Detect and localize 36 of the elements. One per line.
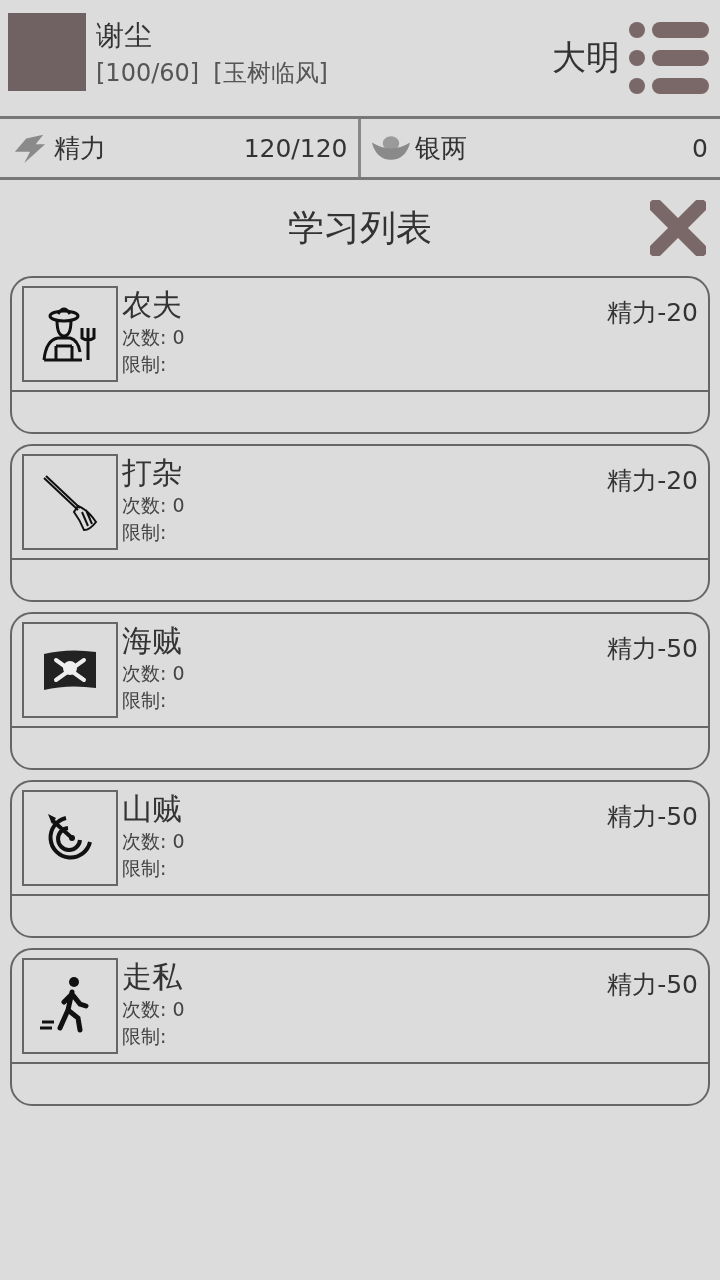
job-name: 海贼 <box>122 622 183 660</box>
close-icon[interactable] <box>650 200 706 256</box>
job-limit: 限制: <box>122 352 168 377</box>
job-count: 次数: 0 <box>122 661 185 686</box>
resource-label: 精力 <box>54 131 106 165</box>
job-card[interactable]: 山贼 次数: 0 限制: 精力-50 <box>10 780 710 938</box>
player-name: 谢尘 <box>96 18 153 54</box>
menu-icon[interactable] <box>628 21 710 95</box>
job-cost: 精力-50 <box>607 801 698 833</box>
job-name: 走私 <box>122 958 183 996</box>
job-limit: 限制: <box>122 688 168 713</box>
job-limit: 限制: <box>122 520 168 545</box>
job-count: 次数: 0 <box>122 325 185 350</box>
job-card[interactable]: 农夫 次数: 0 限制: 精力-20 <box>10 276 710 434</box>
job-cost: 精力-20 <box>607 465 698 497</box>
player-stats: [100/60] <box>96 58 200 89</box>
job-count: 次数: 0 <box>122 829 185 854</box>
resource-value: 120/120 <box>243 133 348 163</box>
job-name: 打杂 <box>122 454 183 492</box>
job-limit: 限制: <box>122 856 168 881</box>
job-limit: 限制: <box>122 1024 168 1049</box>
resource-label: 银两 <box>414 131 467 165</box>
panel-title: 学习列表 <box>288 205 432 250</box>
job-cost: 精力-50 <box>607 633 698 665</box>
job-count: 次数: 0 <box>122 997 185 1022</box>
dynasty-label: 大明 <box>552 36 620 79</box>
job-cost: 精力-50 <box>607 969 698 1001</box>
job-card[interactable]: 打杂 次数: 0 限制: 精力-20 <box>10 444 710 602</box>
job-card[interactable]: 海贼 次数: 0 限制: 精力-50 <box>10 612 710 770</box>
player-title: [玉树临风] <box>213 58 328 89</box>
job-name: 山贼 <box>122 790 183 828</box>
job-name: 农夫 <box>122 286 183 324</box>
job-card[interactable]: 走私 次数: 0 限制: 精力-50 <box>10 948 710 1106</box>
resource-value: 0 <box>692 133 708 163</box>
job-count: 次数: 0 <box>122 493 185 518</box>
job-cost: 精力-20 <box>607 297 698 329</box>
